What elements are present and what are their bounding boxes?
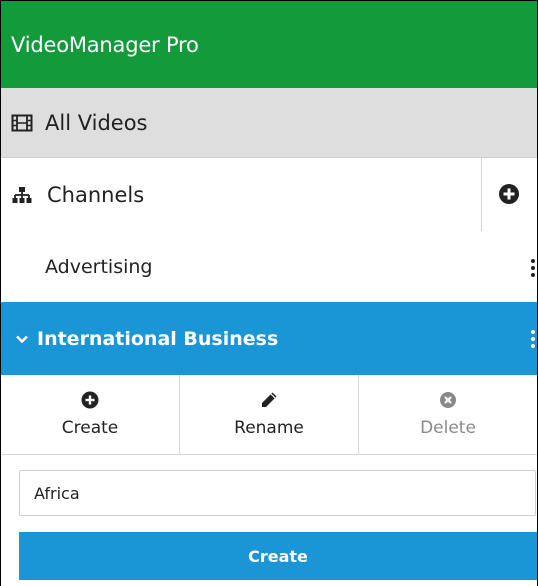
nav-all-videos[interactable]: All Videos — [1, 88, 537, 158]
times-circle-icon — [439, 391, 457, 409]
channel-name-input[interactable] — [19, 470, 536, 516]
sitemap-icon — [11, 184, 33, 206]
nav-all-videos-label: All Videos — [45, 110, 148, 135]
channels-header: Channels — [1, 158, 537, 231]
plus-circle-icon — [81, 391, 99, 409]
create-label: Create — [61, 418, 119, 438]
app-title: VideoManager Pro — [11, 32, 199, 57]
chevron-down-icon — [15, 332, 29, 346]
app-header: VideoManager Pro — [1, 1, 537, 88]
film-icon — [11, 112, 33, 134]
delete-label: Delete — [420, 418, 476, 438]
pencil-icon — [260, 391, 278, 409]
channel-item-label: Advertising — [45, 255, 153, 278]
rename-label: Rename — [234, 418, 304, 438]
channel-actions: Create Rename Delete — [1, 375, 537, 455]
create-submit-button[interactable]: Create — [19, 532, 537, 580]
delete-button[interactable]: Delete — [358, 375, 537, 454]
channel-item-advertising[interactable]: Advertising — [1, 231, 537, 302]
more-vert-icon[interactable] — [529, 259, 537, 279]
add-channel-button[interactable] — [498, 183, 520, 205]
create-button[interactable]: Create — [1, 375, 179, 454]
plus-circle-icon — [499, 184, 519, 204]
channels-divider — [481, 158, 482, 231]
rename-button[interactable]: Rename — [179, 375, 358, 454]
channel-item-international-business[interactable]: International Business — [1, 302, 537, 375]
more-vert-icon[interactable] — [529, 330, 537, 350]
channel-item-label: International Business — [37, 327, 279, 350]
app-window: VideoManager Pro All Videos Channels Adv… — [0, 0, 538, 586]
channels-label: Channels — [47, 182, 145, 207]
